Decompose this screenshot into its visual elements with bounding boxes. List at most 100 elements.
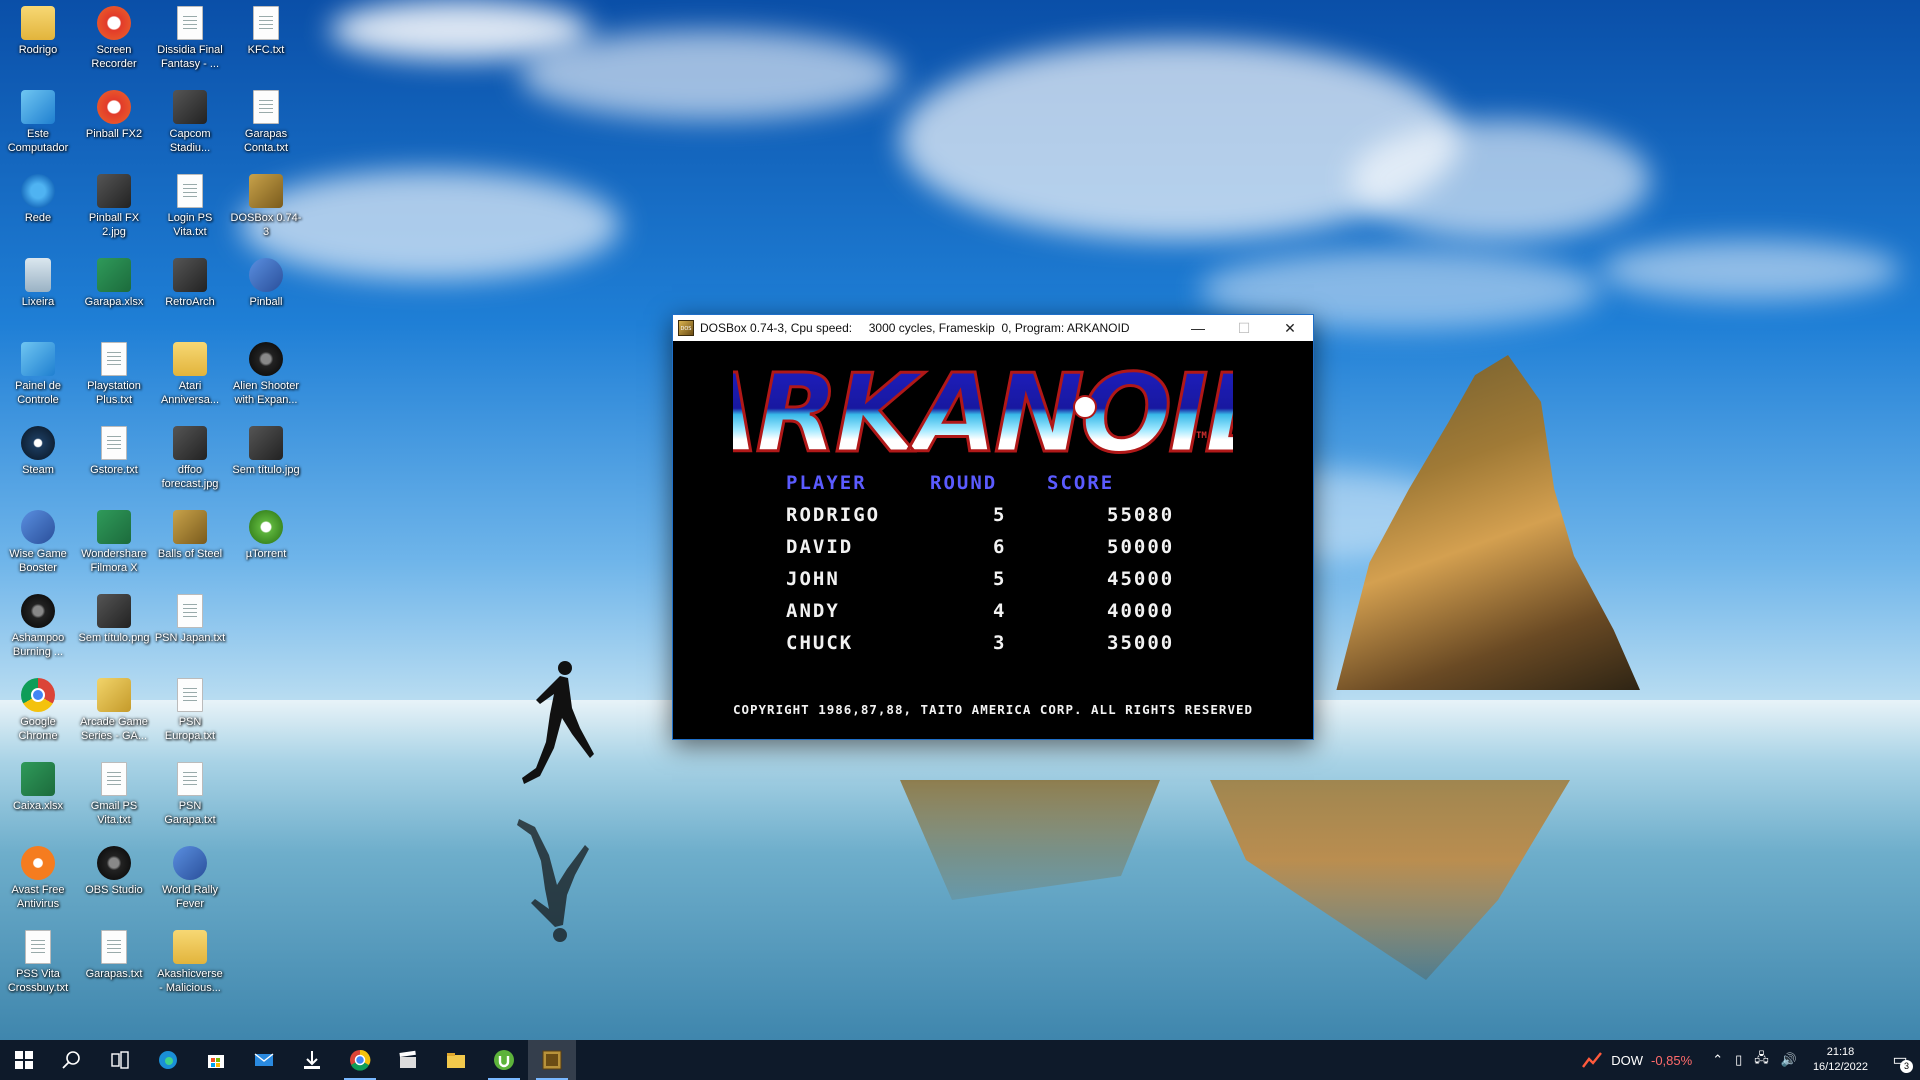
desktop-icon-balls-of-steel[interactable]: Balls of Steel <box>152 504 228 584</box>
round-value: 3 <box>993 632 1007 654</box>
desktop-icon-este-computador[interactable]: Este Computador <box>0 84 76 164</box>
maximize-button[interactable]: ☐ <box>1221 315 1267 341</box>
taskbar-video-editor[interactable] <box>384 1040 432 1080</box>
cloud <box>1600 240 1900 300</box>
phone-link-icon[interactable]: ▯ <box>1735 1052 1742 1068</box>
desktop-icon-filmora[interactable]: Wondershare Filmora X <box>76 504 152 584</box>
round-value: 5 <box>993 504 1007 526</box>
stock-ticker-icon[interactable] <box>1581 1049 1603 1071</box>
globe-icon <box>1073 395 1097 419</box>
pinball-icon <box>249 258 283 292</box>
desktop-icon-caixa-xlsx[interactable]: Caixa.xlsx <box>0 756 76 836</box>
desktop-icon-garapas-txt[interactable]: Garapas.txt <box>76 924 152 1004</box>
close-button[interactable]: ✕ <box>1267 315 1313 341</box>
round-header: ROUND <box>930 472 998 494</box>
desktop-icon-sem-titulo-png[interactable]: Sem título.png <box>76 588 152 668</box>
taskbar-dosbox[interactable] <box>528 1040 576 1080</box>
desktop-icon-utorrent[interactable]: µTorrent <box>228 504 304 584</box>
taskbar-utorrent[interactable] <box>480 1040 528 1080</box>
chevron-up-icon[interactable]: ⌃ <box>1712 1052 1723 1068</box>
desktop-icon-google-chrome[interactable]: Google Chrome <box>0 672 76 752</box>
desktop-icon-gstore[interactable]: Gstore.txt <box>76 420 152 500</box>
network-icon[interactable]: 🖧 <box>1754 1049 1769 1071</box>
game-screen[interactable]: ARKANOID TM PLAYER ROUND SCORE RODRIGO 5… <box>673 341 1313 739</box>
minimize-button[interactable]: — <box>1175 315 1221 341</box>
desktop-icon-pinball-fx2[interactable]: Pinball FX2 <box>76 84 152 164</box>
taskbar-downloader[interactable] <box>288 1040 336 1080</box>
desktop-icon-garapas-conta[interactable]: Garapas Conta.txt <box>228 84 304 164</box>
player-name: CHUCK <box>786 632 854 654</box>
desktop-icon-garapa-xlsx[interactable]: Garapa.xlsx <box>76 252 152 332</box>
desktop-icon-login-ps-vita[interactable]: Login PS Vita.txt <box>152 168 228 248</box>
desktop-icon-dffoo-forecast[interactable]: dffoo forecast.jpg <box>152 420 228 500</box>
desktop-icon-psn-garapa[interactable]: PSN Garapa.txt <box>152 756 228 836</box>
folder-icon <box>173 930 207 964</box>
desktop-icon-retroarch[interactable]: RetroArch <box>152 252 228 332</box>
desktop-icon-lixeira[interactable]: Lixeira <box>0 252 76 332</box>
player-header: PLAYER <box>786 472 867 494</box>
desktop-icon-sem-titulo-jpg[interactable]: Sem título.jpg <box>228 420 304 500</box>
taskbar-chrome[interactable] <box>336 1040 384 1080</box>
dosbox-icon <box>173 510 207 544</box>
desktop-icon-obs-studio[interactable]: OBS Studio <box>76 840 152 920</box>
score-value: 35000 <box>1107 632 1175 654</box>
desktop-icon-painel-de-controle[interactable]: Painel de Controle <box>0 336 76 416</box>
taskbar-store[interactable] <box>192 1040 240 1080</box>
start-button[interactable] <box>0 1040 48 1080</box>
score-value: 45000 <box>1107 568 1175 590</box>
desktop-icon-arcade-game-series[interactable]: Arcade Game Series - GA... <box>76 672 152 752</box>
text-file-icon <box>101 762 127 796</box>
desktop-icon-kfc[interactable]: KFC.txt <box>228 0 304 80</box>
desktop-icon-avast[interactable]: Avast Free Antivirus <box>0 840 76 920</box>
desktop-icon-dissidia[interactable]: Dissidia Final Fantasy - ... <box>152 0 228 80</box>
desktop-icon-atari-anniversary[interactable]: Atari Anniversa... <box>152 336 228 416</box>
desktop-icon-psn-japan[interactable]: PSN Japan.txt <box>152 588 228 668</box>
text-file-icon <box>101 930 127 964</box>
desktop-icon-playstation-plus[interactable]: Playstation Plus.txt <box>76 336 152 416</box>
ticker-change[interactable]: -0,85% <box>1651 1053 1692 1068</box>
desktop-icon-wise-game-booster[interactable]: Wise Game Booster <box>0 504 76 584</box>
arkanoid-logo: ARKANOID <box>733 359 1233 469</box>
search-icon <box>62 1051 80 1069</box>
desktop-icon-ashampoo[interactable]: Ashampoo Burning ... <box>0 588 76 668</box>
clock[interactable]: 21:18 16/12/2022 <box>1813 1045 1868 1075</box>
mail-icon <box>254 1053 274 1066</box>
desktop-icon-pinball[interactable]: Pinball <box>228 252 304 332</box>
search-button[interactable] <box>48 1040 96 1080</box>
dosbox-icon[interactable] <box>678 320 694 336</box>
game-booster-icon <box>21 510 55 544</box>
dosbox-window[interactable]: DOSBox 0.74-3, Cpu speed: 3000 cycles, F… <box>672 314 1314 740</box>
desktop-icon-steam[interactable]: Steam <box>0 420 76 500</box>
volume-icon[interactable]: 🔊 <box>1781 1052 1797 1068</box>
folder-icon <box>173 342 207 376</box>
ashampoo-icon <box>21 594 55 628</box>
taskbar-file-explorer[interactable] <box>432 1040 480 1080</box>
desktop-icon-pinball-fx2-jpg[interactable]: Pinball FX 2.jpg <box>76 168 152 248</box>
desktop-icon-rede[interactable]: Rede <box>0 168 76 248</box>
desktop-icon-dosbox[interactable]: DOSBox 0.74-3 <box>228 168 304 248</box>
desktop-icon-alien-shooter[interactable]: Alien Shooter with Expan... <box>228 336 304 416</box>
store-icon <box>208 1055 224 1068</box>
desktop-icon-psn-europa[interactable]: PSN Europa.txt <box>152 672 228 752</box>
taskbar-mail[interactable] <box>240 1040 288 1080</box>
desktop-icon-world-rally-fever[interactable]: World Rally Fever <box>152 840 228 920</box>
text-file-icon <box>253 6 279 40</box>
desktop-icon-gmail-ps-vita[interactable]: Gmail PS Vita.txt <box>76 756 152 836</box>
desktop-icon-akashicverse[interactable]: Akashicverse - Malicious... <box>152 924 228 1004</box>
task-view-button[interactable] <box>96 1040 144 1080</box>
runner-reflection <box>517 819 589 942</box>
taskbar-edge[interactable] <box>144 1040 192 1080</box>
player-name: JOHN <box>786 568 840 590</box>
window-titlebar[interactable]: DOSBox 0.74-3, Cpu speed: 3000 cycles, F… <box>673 315 1313 341</box>
alien-shooter-icon <box>249 342 283 376</box>
edge-icon <box>159 1051 177 1069</box>
desktop-icon-screen-recorder[interactable]: Screen Recorder <box>76 0 152 80</box>
ticker-symbol[interactable]: DOW <box>1611 1053 1643 1068</box>
player-name: RODRIGO <box>786 504 881 526</box>
runner-silhouette <box>522 661 594 784</box>
desktop-icon-pss-vita-crossbuy[interactable]: PSS Vita Crossbuy.txt <box>0 924 76 1004</box>
notification-center-button[interactable]: ▭ 3 <box>1880 1040 1920 1080</box>
text-file-icon <box>177 762 203 796</box>
desktop-icon-rodrigo[interactable]: Rodrigo <box>0 0 76 80</box>
desktop-icon-capcom-stadium[interactable]: Capcom Stadiu... <box>152 84 228 164</box>
